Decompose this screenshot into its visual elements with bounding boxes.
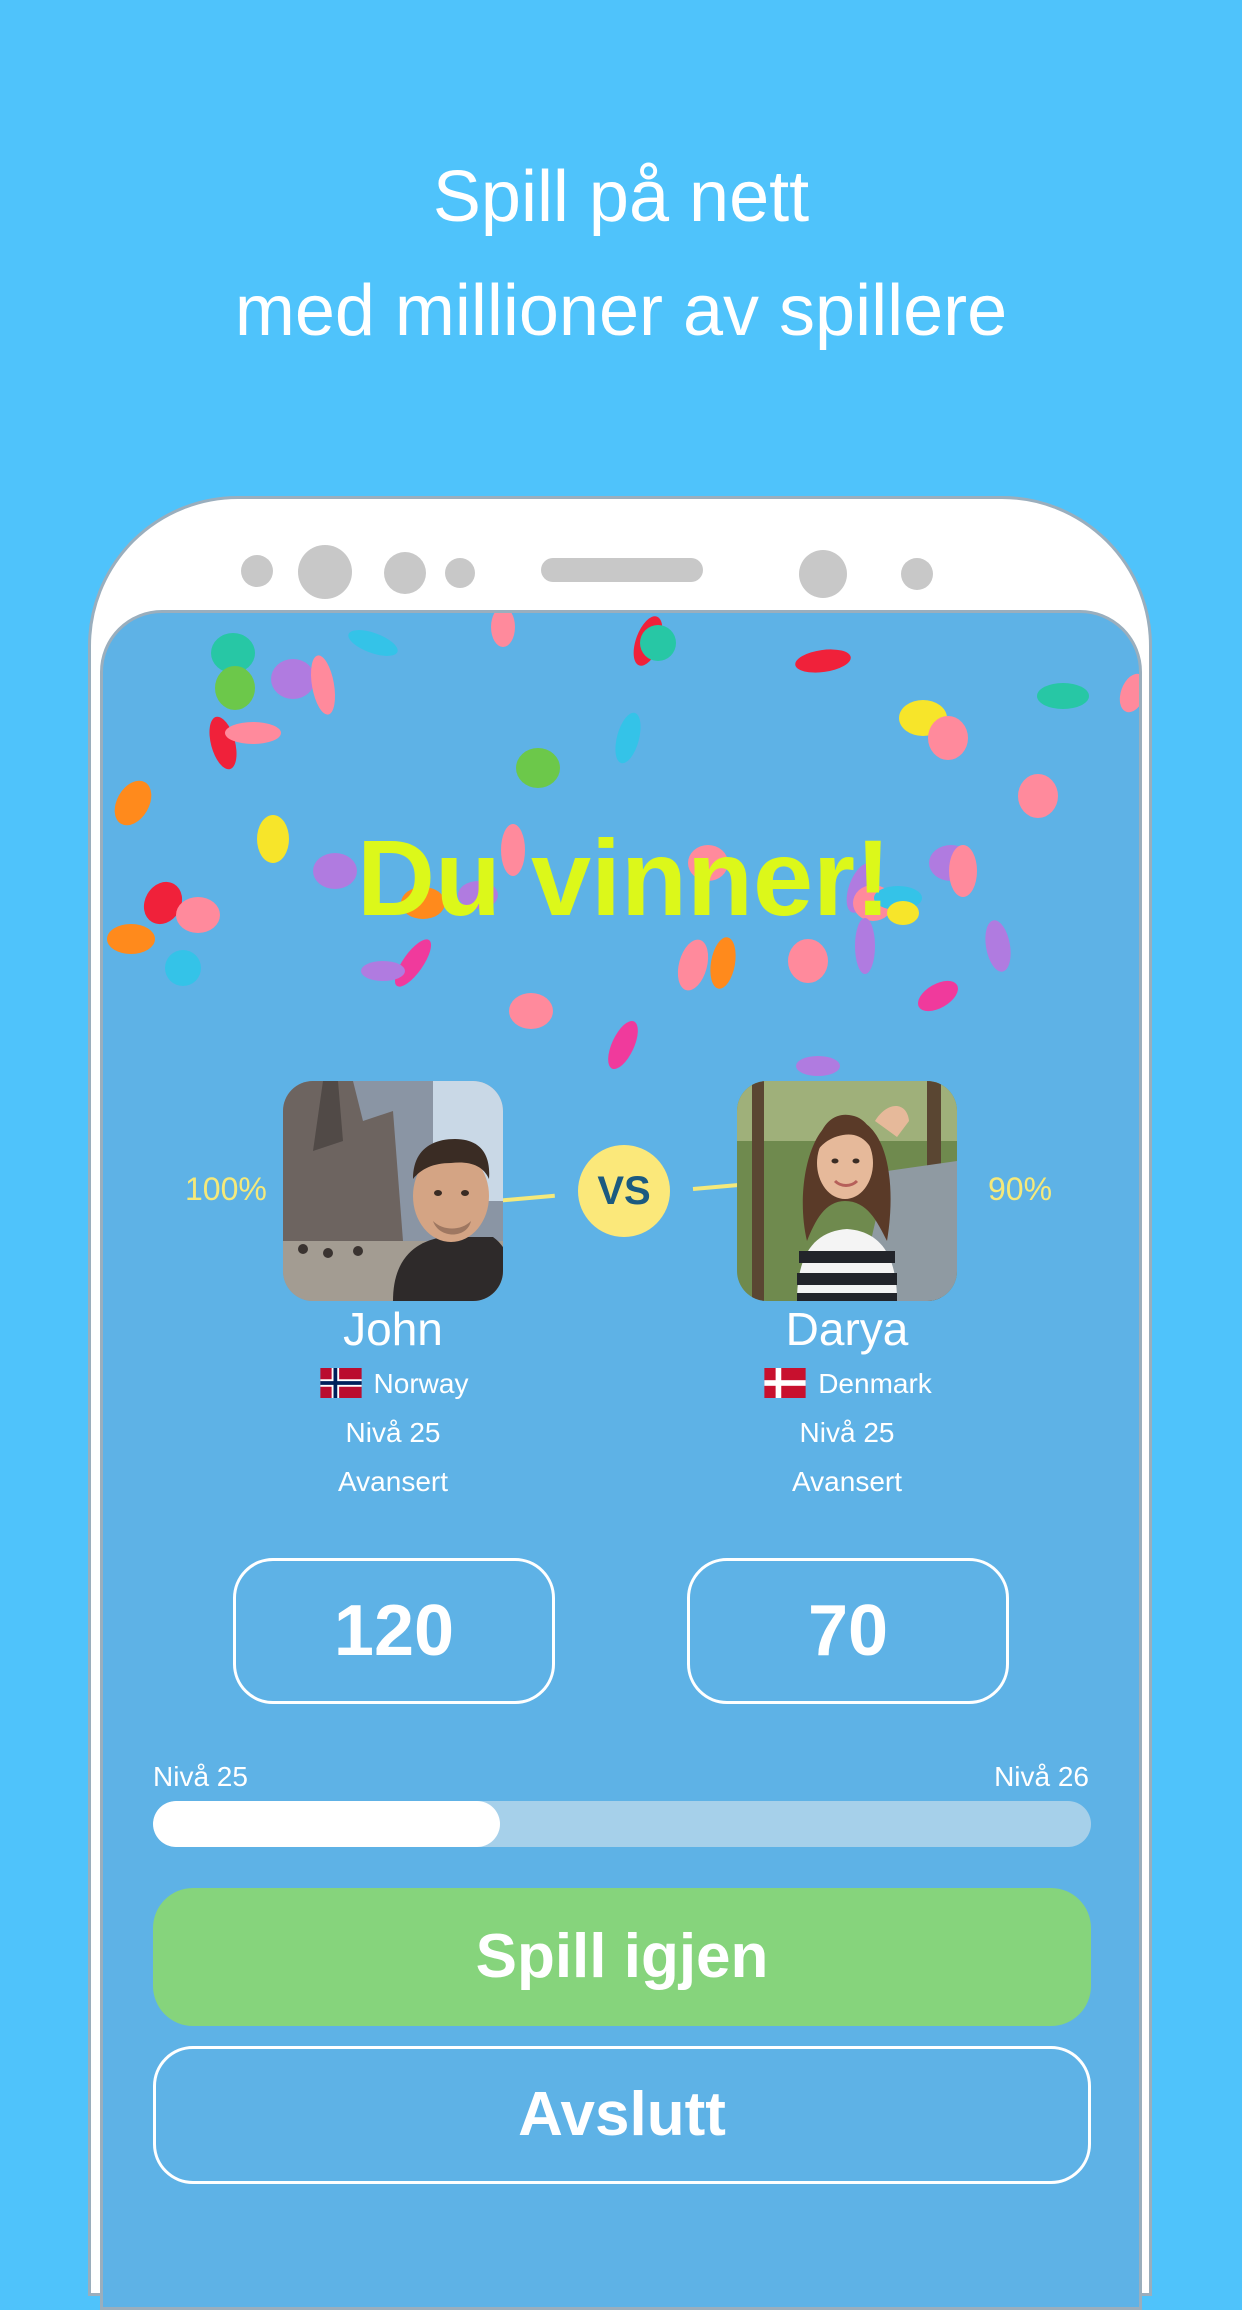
headline-line-2: med millioner av spillere — [234, 271, 1008, 351]
phone-sensor-dot — [901, 558, 933, 590]
player2-avatar[interactable] — [737, 1081, 957, 1301]
quit-button[interactable]: Avslutt — [153, 2046, 1091, 2184]
phone-sensor-dot — [445, 558, 475, 588]
player1-avatar[interactable] — [283, 1081, 503, 1301]
player2-rank: Avansert — [792, 1466, 902, 1497]
player1-info: John Norway Nivå 25 Avansert — [243, 1299, 543, 1506]
player2-win-percent: 90% — [988, 1171, 1053, 1207]
vs-connector-left — [494, 1193, 555, 1203]
player2-info: Darya Denmark Nivå 25 Avansert — [697, 1299, 997, 1506]
phone-sensor-dot — [241, 555, 273, 587]
promo-headline: Spill på nett med millioner av spillere — [0, 140, 1242, 368]
progress-current-level: Nivå 25 — [153, 1761, 248, 1792]
player1-country-row: Norway — [243, 1359, 543, 1408]
progress-next-level: Nivå 26 — [994, 1761, 1089, 1792]
win-title: Du vinner! — [356, 817, 892, 938]
player1-score-box: 120 — [233, 1558, 555, 1704]
phone-sensor-dot — [384, 552, 426, 594]
denmark-flag-icon — [764, 1368, 806, 1398]
player1-rank: Avansert — [338, 1466, 448, 1497]
phone-speaker — [541, 558, 703, 582]
level-progress-fill — [153, 1801, 501, 1847]
player1-name: John — [343, 1303, 443, 1355]
vs-badge: VS — [578, 1145, 670, 1237]
player2-country-row: Denmark — [697, 1359, 997, 1408]
player1-level: Nivå 25 — [345, 1417, 441, 1448]
headline-line-1: Spill på nett — [432, 157, 810, 237]
norway-flag-icon — [319, 1368, 362, 1398]
level-progress-bar — [153, 1801, 1091, 1847]
player1-country: Norway — [373, 1368, 469, 1399]
game-result-screen: Du vinner! VS 100% 90% John Norway Nivå … — [100, 610, 1142, 2310]
play-again-button[interactable]: Spill igjen — [153, 1888, 1091, 2026]
player2-country: Denmark — [818, 1368, 932, 1399]
player2-level: Nivå 25 — [799, 1417, 895, 1448]
player2-photo — [737, 1081, 957, 1301]
player1-photo — [283, 1081, 503, 1301]
phone-camera-lens — [298, 545, 352, 599]
player1-win-percent: 100% — [185, 1171, 267, 1207]
player2-name: Darya — [785, 1303, 909, 1355]
phone-front-camera — [799, 550, 847, 598]
player2-score-box: 70 — [687, 1558, 1009, 1704]
